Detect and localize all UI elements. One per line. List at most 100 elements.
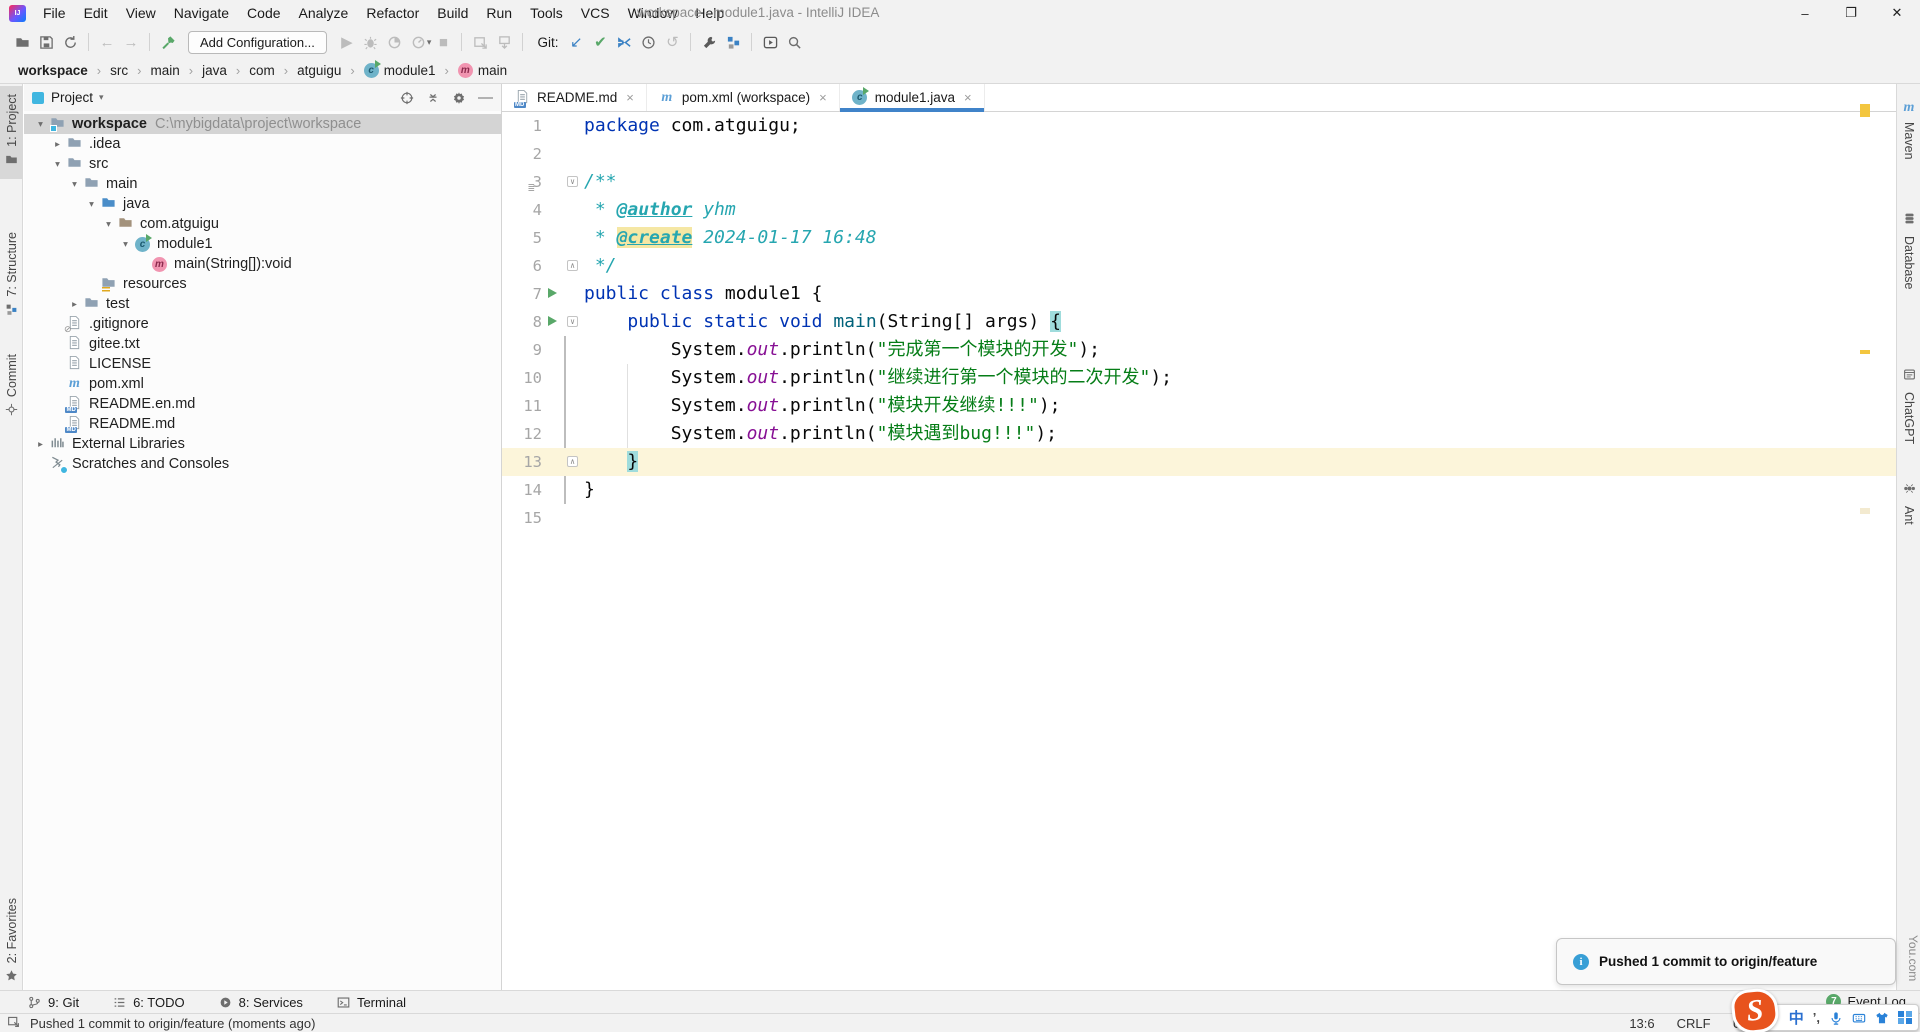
ime-menu-grid-icon[interactable] bbox=[1898, 1011, 1912, 1025]
git-push-icon[interactable] bbox=[612, 30, 636, 54]
chevron-down-icon[interactable]: ▾ bbox=[99, 92, 104, 103]
chevron-down-icon[interactable]: ▾ bbox=[83, 199, 100, 210]
git-update-icon[interactable]: ↙ bbox=[564, 30, 588, 54]
attach-debugger-icon[interactable] bbox=[468, 30, 492, 54]
skin-icon[interactable] bbox=[1875, 1011, 1889, 1025]
toolwindow-button-chatgpt[interactable]: ChatGPT bbox=[1897, 362, 1920, 450]
code-line-3[interactable]: 3≣∨/** bbox=[502, 168, 1896, 196]
chevron-right-icon[interactable]: ▸ bbox=[32, 439, 49, 450]
tree-row-.idea[interactable]: ▸.idea bbox=[24, 134, 501, 154]
breadcrumb-module1[interactable]: cmodule1 bbox=[364, 63, 436, 78]
rollback-icon[interactable]: ↺ bbox=[660, 30, 684, 54]
tree-row-main[interactable]: ▾main bbox=[24, 174, 501, 194]
save-all-icon[interactable] bbox=[34, 30, 58, 54]
menu-vcs[interactable]: VCS bbox=[572, 0, 619, 26]
menu-tools[interactable]: Tools bbox=[521, 0, 572, 26]
menu-build[interactable]: Build bbox=[428, 0, 477, 26]
fold-open-icon[interactable]: ∨ bbox=[567, 176, 578, 187]
breadcrumb-src[interactable]: src bbox=[110, 63, 128, 78]
deploy-icon[interactable] bbox=[492, 30, 516, 54]
breadcrumb-workspace[interactable]: workspace bbox=[18, 63, 88, 78]
code-line-13[interactable]: 13∧ } bbox=[502, 448, 1896, 476]
run-configuration-combo[interactable]: Add Configuration... bbox=[188, 31, 327, 54]
microphone-icon[interactable] bbox=[1829, 1011, 1843, 1025]
tree-row-main-string----void[interactable]: mmain(String[]):void bbox=[24, 254, 501, 274]
sync-icon[interactable] bbox=[58, 30, 82, 54]
close-icon[interactable]: × bbox=[819, 90, 827, 105]
project-view-title[interactable]: Project bbox=[51, 90, 93, 105]
code-line-1[interactable]: 1package com.atguigu; bbox=[502, 112, 1896, 140]
chevron-right-icon[interactable]: ▸ bbox=[49, 139, 66, 150]
chevron-right-icon[interactable]: ▸ bbox=[66, 299, 83, 310]
line-number[interactable]: 9 bbox=[502, 336, 542, 364]
code-line-6[interactable]: 6∧ */ bbox=[502, 252, 1896, 280]
settings-wrench-icon[interactable] bbox=[697, 30, 721, 54]
editor-tab-module1.java[interactable]: cmodule1.java× bbox=[840, 84, 985, 111]
menu-edit[interactable]: Edit bbox=[75, 0, 117, 26]
tree-row-com.atguigu[interactable]: ▾com.atguigu bbox=[24, 214, 501, 234]
fold-open-icon[interactable]: ∨ bbox=[567, 316, 578, 327]
forward-icon[interactable]: → bbox=[119, 30, 143, 54]
toolwindow-button-project[interactable]: 1: Project bbox=[0, 86, 23, 179]
menu-analyze[interactable]: Analyze bbox=[290, 0, 358, 26]
editor-tab-pom.xml--workspace-[interactable]: mpom.xml (workspace)× bbox=[647, 84, 840, 111]
hide-panel-icon[interactable]: — bbox=[478, 89, 493, 106]
breadcrumb-java[interactable]: java bbox=[202, 63, 227, 78]
close-button[interactable]: ✕ bbox=[1874, 0, 1920, 26]
open-project-icon[interactable] bbox=[10, 30, 34, 54]
line-number[interactable]: 5 bbox=[502, 224, 542, 252]
line-number[interactable]: 6 bbox=[502, 252, 542, 280]
fold-close-icon[interactable]: ∧ bbox=[567, 260, 578, 271]
editor-tab-readme.md[interactable]: MDREADME.md× bbox=[502, 84, 647, 111]
tree-row-workspace[interactable]: ▾workspaceC:\mybigdata\project\workspace bbox=[24, 114, 501, 134]
line-number[interactable]: 11 bbox=[502, 392, 542, 420]
code-line-7[interactable]: 7public class module1 { bbox=[502, 280, 1896, 308]
minimize-button[interactable]: – bbox=[1782, 0, 1828, 26]
back-icon[interactable]: ← bbox=[95, 30, 119, 54]
toolwindow-button-todo[interactable]: 6: TODO bbox=[113, 995, 185, 1010]
ime-punctuation-toggle[interactable]: ’, bbox=[1813, 1010, 1820, 1025]
code-line-4[interactable]: 4 * @author yhm bbox=[502, 196, 1896, 224]
chevron-down-icon[interactable]: ▾ bbox=[66, 179, 83, 190]
tree-row-external-libraries[interactable]: ▸External Libraries bbox=[24, 434, 501, 454]
run-gutter-icon[interactable] bbox=[548, 288, 557, 298]
chevron-down-icon[interactable]: ▾ bbox=[32, 119, 49, 130]
line-number[interactable]: 8 bbox=[502, 308, 542, 336]
breadcrumb-main[interactable]: main bbox=[150, 63, 179, 78]
status-message[interactable]: Pushed 1 commit to origin/feature (momen… bbox=[30, 1016, 315, 1031]
toolwindow-button-services[interactable]: 8: Services bbox=[219, 995, 303, 1010]
close-icon[interactable]: × bbox=[964, 90, 972, 105]
tree-row-pom.xml[interactable]: mpom.xml bbox=[24, 374, 501, 394]
toolwindow-button-database[interactable]: Database bbox=[1897, 206, 1920, 296]
tree-row-.gitignore[interactable]: ⊘.gitignore bbox=[24, 314, 501, 334]
run-icon[interactable]: ▶ bbox=[335, 30, 359, 54]
breadcrumb-main[interactable]: mmain bbox=[458, 63, 507, 78]
line-number[interactable]: 12 bbox=[502, 420, 542, 448]
line-number[interactable]: 15 bbox=[502, 504, 542, 532]
chevron-down-icon[interactable]: ▾ bbox=[100, 219, 117, 230]
tree-row-src[interactable]: ▾src bbox=[24, 154, 501, 174]
code-line-14[interactable]: 14} bbox=[502, 476, 1896, 504]
history-icon[interactable] bbox=[636, 30, 660, 54]
build-hammer-icon[interactable] bbox=[156, 30, 180, 54]
code-line-9[interactable]: 9 System.out.println("完成第一个模块的开发"); bbox=[502, 336, 1896, 364]
line-number[interactable]: 13 bbox=[502, 448, 542, 476]
debug-icon[interactable] bbox=[359, 30, 383, 54]
tree-row-java[interactable]: ▾java bbox=[24, 194, 501, 214]
toolwindow-toggle-icon[interactable] bbox=[7, 1015, 20, 1031]
code-line-5[interactable]: 5 * @create 2024-01-17 16:48 bbox=[502, 224, 1896, 252]
run-anything-icon[interactable] bbox=[758, 30, 782, 54]
code-line-8[interactable]: 8∨ public static void main(String[] args… bbox=[502, 308, 1896, 336]
menu-navigate[interactable]: Navigate bbox=[165, 0, 238, 26]
tree-row-module1[interactable]: ▾cmodule1 bbox=[24, 234, 501, 254]
toolwindow-button-structure[interactable]: 7: Structure bbox=[0, 224, 23, 329]
restore-button[interactable]: ❐ bbox=[1828, 0, 1874, 26]
toolwindow-button-favorites[interactable]: 2: Favorites bbox=[0, 890, 23, 995]
tree-row-test[interactable]: ▸test bbox=[24, 294, 501, 314]
line-separator[interactable]: CRLF bbox=[1677, 1016, 1711, 1031]
menu-code[interactable]: Code bbox=[238, 0, 289, 26]
notification-balloon[interactable]: i Pushed 1 commit to origin/feature bbox=[1556, 938, 1896, 985]
tree-row-license[interactable]: LICENSE bbox=[24, 354, 501, 374]
line-number[interactable]: 3 bbox=[502, 168, 542, 196]
menu-refactor[interactable]: Refactor bbox=[357, 0, 428, 26]
